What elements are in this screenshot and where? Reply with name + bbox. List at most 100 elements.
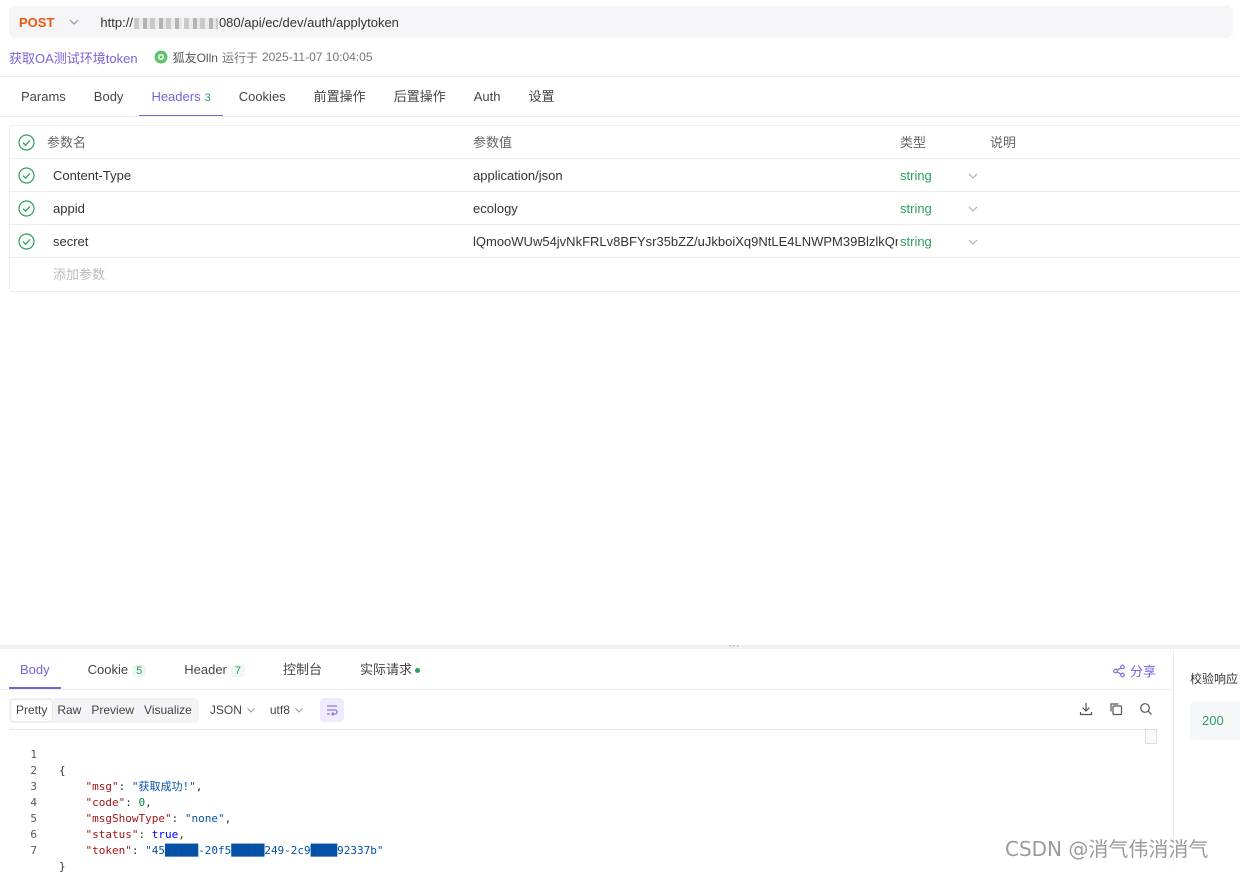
param-value-field[interactable]: lQmooWUw54jvNkFRLv8BFYsr35bZZ/uJkboiXq9N…: [473, 225, 898, 258]
download-icon: [1079, 703, 1093, 716]
param-name-field[interactable]: appid: [53, 192, 85, 225]
select-all-checkbox-icon[interactable]: [18, 134, 35, 151]
status-code: 200: [1202, 713, 1224, 728]
avatar-icon: [154, 50, 168, 64]
tab-response-header[interactable]: Header 7: [173, 653, 256, 689]
tab-count-badge: 3: [204, 92, 211, 104]
tab-label: Header: [184, 662, 227, 677]
view-preview-button[interactable]: Preview: [86, 700, 139, 721]
code-line: 7 }: [9, 827, 65, 873]
request-meta: 获取OA测试环境token 狐友Olln 运行于 2025-11-07 10:0…: [9, 47, 373, 67]
column-header-type: 类型: [900, 135, 927, 150]
format-value: JSON: [209, 703, 242, 717]
check-circle-icon[interactable]: [18, 200, 35, 217]
view-raw-button[interactable]: Raw: [52, 700, 86, 721]
code-line: 2 "msg": "获取成功!",: [9, 747, 202, 793]
code-line: 6 "token": "45█████-20f5█████249-2c9████…: [9, 811, 383, 857]
table-header-row: 参数名 参数值 类型 说明: [10, 126, 1240, 159]
code-text: "code": 0,: [85, 796, 152, 809]
wrap-lines-icon: [326, 705, 338, 716]
tab-pre-operations[interactable]: 前置操作: [302, 80, 378, 117]
check-circle-icon[interactable]: [18, 167, 35, 184]
request-name[interactable]: 获取OA测试环境token: [9, 48, 138, 67]
tab-params[interactable]: Params: [9, 80, 78, 117]
table-row: appid ecology string: [10, 192, 1240, 225]
param-value-field[interactable]: ecology: [473, 192, 898, 225]
param-name-field[interactable]: Content-Type: [53, 159, 131, 192]
drag-handle-icon[interactable]: ···: [724, 640, 744, 654]
chevron-down-icon[interactable]: [66, 14, 82, 30]
panel-splitter[interactable]: [0, 645, 1240, 649]
view-visualize-button[interactable]: Visualize: [139, 700, 197, 721]
format-toolbar: Pretty Raw Preview Visualize JSON utf8: [9, 697, 344, 723]
chevron-down-icon: [247, 708, 255, 713]
tab-response-cookie[interactable]: Cookie 5: [77, 653, 158, 689]
response-tools: [1078, 701, 1168, 717]
response-body-editor[interactable]: 1 { 2 "msg": "获取成功!", 3 "code": 0, 4 "ms…: [9, 729, 1158, 873]
code-text: "status": true,: [85, 828, 185, 841]
code-line: 1 {: [9, 731, 65, 777]
tab-console[interactable]: 控制台: [272, 653, 333, 689]
param-type-select[interactable]: string: [900, 159, 932, 192]
code-text: }: [59, 860, 66, 873]
share-button[interactable]: 分享: [1112, 661, 1156, 680]
status-code-box[interactable]: 200: [1190, 702, 1240, 740]
http-method-select[interactable]: POST: [19, 15, 54, 30]
tab-body[interactable]: Body: [82, 80, 136, 117]
chevron-down-icon: [295, 708, 303, 713]
download-button[interactable]: [1078, 701, 1094, 717]
word-wrap-button[interactable]: [319, 698, 344, 722]
tab-cookies[interactable]: Cookies: [227, 80, 298, 117]
response-tabs: Body Cookie 5 Header 7 控制台 实际请求: [9, 653, 447, 689]
view-pretty-button[interactable]: Pretty: [11, 699, 53, 721]
runner-name: 狐友Olln: [172, 50, 218, 65]
headers-table: 参数名 参数值 类型 说明 Content-Type application/j…: [9, 125, 1240, 292]
code-line: 4 "msgShowType": "none",: [9, 779, 231, 825]
code-text: {: [59, 764, 66, 777]
tab-label: 控制台: [283, 662, 323, 677]
copy-button[interactable]: [1108, 701, 1124, 717]
tab-label: Cookie: [87, 662, 129, 677]
divider: [0, 116, 1240, 117]
encoding-select[interactable]: utf8: [270, 703, 304, 717]
tab-label: Params: [21, 89, 66, 104]
check-circle-icon[interactable]: [18, 233, 35, 250]
view-mode-segment: Pretty Raw Preview Visualize: [9, 697, 199, 723]
chevron-down-icon[interactable]: [967, 236, 979, 248]
code-line: 5 "status": true,: [9, 795, 184, 841]
encoding-value: utf8: [269, 703, 290, 717]
url-input[interactable]: http://080/api/ec/dev/auth/applytoken: [100, 15, 399, 30]
request-tabs: Params Body Headers 3 Cookies 前置操作 后置操作 A…: [9, 80, 570, 117]
add-param-input[interactable]: 添加参数: [53, 258, 105, 291]
table-row: Content-Type application/json string: [10, 159, 1240, 192]
format-select[interactable]: JSON: [210, 703, 256, 717]
column-header-name: 参数名: [47, 135, 87, 150]
copy-icon: [1110, 703, 1123, 716]
param-type-select[interactable]: string: [900, 192, 932, 225]
search-icon: [1140, 703, 1152, 715]
run-label: 运行于: [221, 50, 258, 65]
table-row-add: 添加参数: [10, 258, 1240, 291]
status-dot: [415, 668, 421, 674]
tab-response-body[interactable]: Body: [9, 653, 61, 689]
tab-headers[interactable]: Headers 3: [139, 80, 223, 117]
chevron-down-icon[interactable]: [967, 170, 979, 182]
code-line: 3 "code": 0,: [9, 763, 151, 809]
column-header-desc: 说明: [990, 135, 1017, 150]
tab-settings[interactable]: 设置: [516, 80, 566, 117]
chevron-down-icon[interactable]: [967, 203, 979, 215]
validate-response-label: 校验响应: [1190, 672, 1239, 686]
param-value-field[interactable]: application/json: [473, 159, 898, 192]
tab-auth[interactable]: Auth: [462, 80, 513, 117]
search-button[interactable]: [1138, 701, 1154, 717]
url-bar[interactable]: POST http://080/api/ec/dev/auth/applytok…: [9, 6, 1233, 38]
param-type-select[interactable]: string: [900, 225, 932, 258]
tab-count-badge: 7: [230, 665, 245, 677]
tab-post-operations[interactable]: 后置操作: [382, 80, 458, 117]
tab-label: 前置操作: [313, 89, 366, 104]
vertical-scrollbar[interactable]: [1145, 729, 1157, 744]
param-name-field[interactable]: secret: [53, 225, 88, 258]
tab-actual-request[interactable]: 实际请求: [349, 653, 431, 689]
run-time: 2025-11-07 10:04:05: [261, 50, 373, 64]
tab-label: Auth: [473, 89, 501, 104]
